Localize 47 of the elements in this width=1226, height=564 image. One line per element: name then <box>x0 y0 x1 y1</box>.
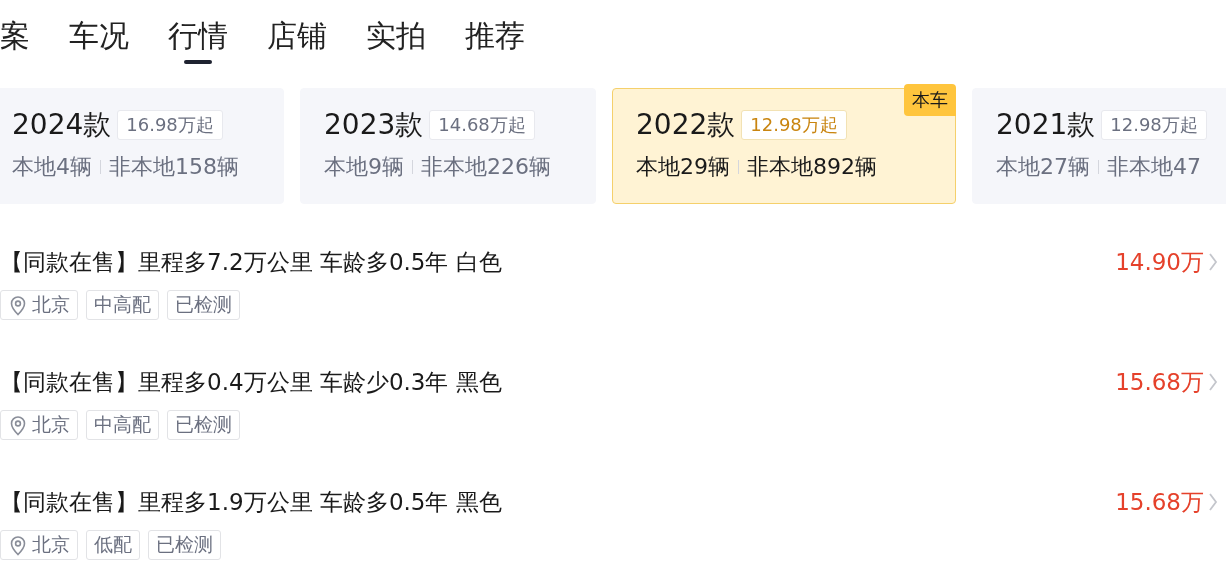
listing-tag: 北京 <box>0 530 78 560</box>
location-pin-icon <box>8 534 28 556</box>
nonlocal-count: 非本地47 <box>1107 153 1201 181</box>
nonlocal-count: 非本地158辆 <box>109 153 239 181</box>
listing-tag: 北京 <box>0 290 78 320</box>
local-count: 本地9辆 <box>324 153 404 181</box>
listing-tag: 中高配 <box>86 410 159 440</box>
nonlocal-count: 非本地226辆 <box>421 153 551 181</box>
starting-price: 14.68万起 <box>429 110 535 140</box>
model-year: 2021款 <box>996 107 1096 143</box>
listing-price: 14.90万 <box>1115 248 1204 277</box>
tab[interactable]: 实拍 <box>366 16 426 64</box>
starting-price: 12.98万起 <box>741 110 847 140</box>
model-year: 2023款 <box>324 107 424 143</box>
listing-tag: 北京 <box>0 410 78 440</box>
listing-tag: 已检测 <box>167 290 240 320</box>
version-card[interactable]: 2021款 12.98万起 本地27辆 非本地47 <box>972 88 1226 204</box>
local-count: 本地27辆 <box>996 153 1090 181</box>
tab[interactable]: 行情 <box>168 16 228 64</box>
tab[interactable]: 车况 <box>69 16 129 64</box>
model-year: 2024款 <box>12 107 112 143</box>
chevron-right-icon[interactable] <box>1208 252 1218 272</box>
starting-price: 16.98万起 <box>117 110 223 140</box>
listing-tag: 已检测 <box>167 410 240 440</box>
listing-price: 15.68万 <box>1115 368 1204 397</box>
local-count: 本地29辆 <box>636 153 730 181</box>
version-card[interactable]: 2024款 16.98万起 本地4辆 非本地158辆 <box>0 88 284 204</box>
listing-title[interactable]: 【同款在售】里程多0.4万公里 车龄少0.3年 黑色 <box>0 364 502 400</box>
tab[interactable]: 案 <box>0 16 30 64</box>
local-count: 本地4辆 <box>12 153 92 181</box>
listing-title[interactable]: 【同款在售】里程多1.9万公里 车龄多0.5年 黑色 <box>0 484 502 520</box>
nonlocal-count: 非本地892辆 <box>747 153 877 181</box>
version-card[interactable]: 2023款 14.68万起 本地9辆 非本地226辆 <box>300 88 596 204</box>
chevron-right-icon[interactable] <box>1208 372 1218 392</box>
tab[interactable]: 店铺 <box>267 16 327 64</box>
listing-tag: 中高配 <box>86 290 159 320</box>
location-pin-icon <box>8 414 28 436</box>
listing-tag: 低配 <box>86 530 140 560</box>
starting-price: 12.98万起 <box>1101 110 1207 140</box>
model-year: 2022款 <box>636 107 736 143</box>
tab[interactable]: 推荐 <box>465 16 525 64</box>
listing-tag: 已检测 <box>148 530 221 560</box>
location-pin-icon <box>8 294 28 316</box>
listing-title[interactable]: 【同款在售】里程多7.2万公里 车龄多0.5年 白色 <box>0 244 502 280</box>
current-car-badge: 本车 <box>904 84 956 116</box>
listing-price: 15.68万 <box>1115 488 1204 517</box>
chevron-right-icon[interactable] <box>1208 492 1218 512</box>
